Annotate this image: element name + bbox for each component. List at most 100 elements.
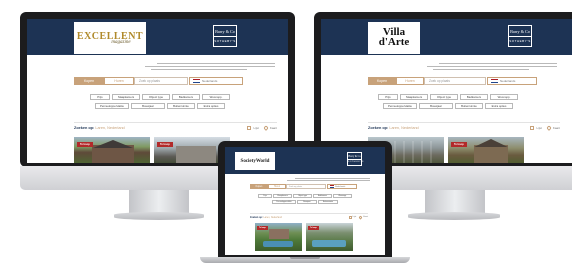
filter-plot-area[interactable]: Perceeloppervlakte [95,103,129,109]
view-toggle: Lijst Kaart [530,124,560,131]
brand-logo[interactable]: Barry & Co SOTHEBY'S [213,25,237,47]
intro-text-line [287,180,370,181]
filter-bedrooms[interactable]: Slaapkamers [112,94,140,100]
site-header: Villa d'Arte Barry & Co SOTHEBY'S [321,19,572,55]
laptop-screen: SocietyWorld Barry & Co SOTHEBY'S Kopen … [225,147,385,255]
filter-extra-options[interactable]: Extra opties [197,103,225,109]
results-label: Zoeken op: [368,125,389,130]
search-input[interactable]: Zoek op plaats [424,77,486,85]
language-label: Nederlands [500,79,516,83]
listing-card-photo[interactable]: Te koop [306,223,353,251]
filter-outdoor-space[interactable]: Buitenruimte [455,103,483,109]
search-row: Kopen Huren Zoek op plaats Nederlands [74,77,243,85]
list-view-label[interactable]: Lijst [253,126,258,130]
filter-plot-area[interactable]: Perceeloppervlakte [272,200,296,204]
list-view-icon[interactable] [530,125,535,130]
map-pin-icon[interactable] [545,124,552,131]
results-bar: Zoeken op: Laren, Nederland Lijst Kaart [368,122,560,132]
filter-bedrooms[interactable]: Slaapkamers [400,94,428,100]
excellent-logo[interactable]: EXCELLENT magazine [74,22,146,54]
search-input[interactable]: Zoek op plaats [134,77,188,85]
filter-bar: Prijs Slaapkamers Object type Badkamers … [373,94,523,109]
dutch-flag-icon [193,78,200,84]
results-location: Laren, Nederland [263,215,282,219]
villa-darte-logo[interactable]: Villa d'Arte [368,22,420,54]
filter-build-year[interactable]: Bouwjaar [297,200,317,204]
list-view-icon[interactable] [247,125,252,130]
pool-water [312,240,346,247]
tab-huren[interactable]: Huren [396,77,424,85]
list-view-icon[interactable] [348,215,352,219]
site-header: SocietyWorld Barry & Co SOTHEBY'S [225,147,385,174]
listing-badge: Te koop [77,142,93,147]
logo-title: EXCELLENT [76,31,144,42]
filter-bathrooms[interactable]: Badkamers [172,94,200,100]
society-world-logo[interactable]: SocietyWorld [235,152,275,170]
search-row: Kopen Huren Zoek op plaats Nederlands [368,77,537,85]
logo-title-line2: d'Arte [378,36,410,48]
map-pin-icon[interactable] [262,124,269,131]
language-select[interactable]: Nederlands [327,184,357,189]
filter-living-area[interactable]: Woonopp. [490,94,518,100]
list-view-label[interactable]: Lijst [536,126,541,130]
language-label: Nederlands [202,79,218,83]
language-select[interactable]: Nederlands [487,77,537,85]
brand-logo[interactable]: Barry & Co SOTHEBY'S [508,25,532,47]
filter-extra-options[interactable]: Extra opties [485,103,513,109]
filter-build-year[interactable]: Bouwjaar [419,103,453,109]
filter-bathrooms[interactable]: Badkamers [460,94,488,100]
map-view-label[interactable]: Kaart [363,216,368,218]
intro-text-line [427,66,557,67]
filter-living-area[interactable]: Woonopp. [202,94,230,100]
dutch-flag-icon [491,78,498,84]
tab-kopen[interactable]: Kopen [250,184,268,189]
listing-badge: Te koop [451,142,467,147]
brand-sub: SOTHEBY'S [348,161,364,163]
filter-price[interactable]: Prijs [90,94,110,100]
tab-huren[interactable]: Huren [104,77,134,85]
listing-card-photo[interactable]: Te koop [255,223,302,251]
listing-card-photo[interactable]: Te koop [74,137,150,163]
filter-price[interactable]: Prijs [378,94,398,100]
map-view-label[interactable]: Kaart [553,126,560,130]
filter-plot-area[interactable]: Perceeloppervlakte [383,103,417,109]
filter-living-area[interactable]: Woonopp. [333,194,352,198]
logo-title: SocietyWorld [240,158,270,164]
map-pin-icon[interactable] [358,214,363,220]
search-input[interactable]: Zoek op plaats [286,184,326,189]
pool-water [263,241,293,247]
villa-roof [269,229,289,239]
intro-text-line [151,69,247,70]
brand-name: Barry & Co [509,26,531,37]
laptop-bezel: SocietyWorld Barry & Co SOTHEBY'S Kopen … [218,141,392,257]
intro-text-line [145,66,275,67]
brand-name: Barry & Co [214,26,236,37]
house-facade [474,145,508,163]
filter-bathrooms[interactable]: Badkamers [313,194,332,198]
filter-bedrooms[interactable]: Slaapkamers [273,194,292,198]
language-select[interactable]: Nederlands [189,77,243,85]
intro-text-line [295,178,370,179]
tab-kopen[interactable]: Kopen [74,77,104,85]
listing-badge: Te koop [308,226,319,230]
filter-build-year[interactable]: Bouwjaar [131,103,165,109]
site-header: EXCELLENT magazine Barry & Co SOTHEBY'S [27,19,288,55]
list-view-label[interactable]: Lijst [353,216,357,218]
filter-price[interactable]: Prijs [258,194,272,198]
intro-text-line [157,63,275,64]
filter-outdoor-space[interactable]: Buitenruimte [167,103,195,109]
filter-object-type[interactable]: Object type [430,94,458,100]
laptop-notch [290,257,320,259]
results-label: Zoeken op: [250,215,263,219]
product-mockup-stage: EXCELLENT magazine Barry & Co SOTHEBY'S … [0,0,572,266]
filter-bar: Prijs Slaapkamers Object type Badkamers … [85,94,235,109]
filter-object-type[interactable]: Object type [293,194,312,198]
intro-text-line [439,63,557,64]
tab-huren[interactable]: Huren [268,184,286,189]
brand-logo[interactable]: Barry & Co SOTHEBY'S [347,152,364,166]
listing-card-photo[interactable]: Te koop [448,137,524,163]
filter-outdoor-space[interactable]: Buitenruimte [318,200,338,204]
tab-kopen[interactable]: Kopen [368,77,396,85]
map-view-label[interactable]: Kaart [270,126,277,130]
filter-object-type[interactable]: Object type [142,94,170,100]
